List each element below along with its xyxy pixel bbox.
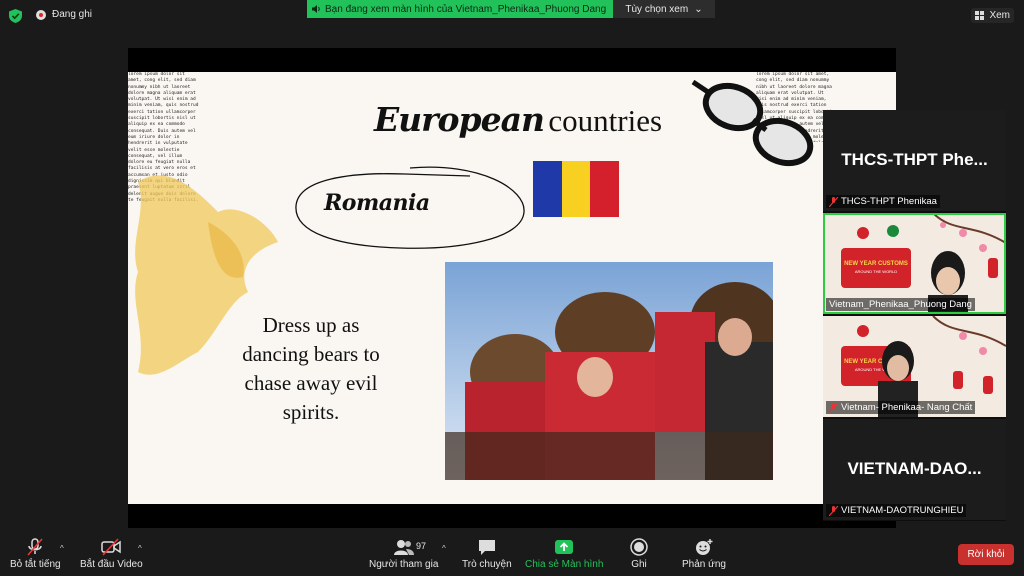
view-options-label: Tùy chọn xem xyxy=(625,3,689,15)
participant-label: Vietnam- Phenikaa- Nang Chất xyxy=(826,401,976,414)
title-plain: countries xyxy=(548,103,663,138)
romania-flag xyxy=(533,161,620,217)
participant-tile-active[interactable]: NEW YEAR CUSTOMS AROUND THE WORLD Vietna… xyxy=(823,213,1006,314)
title-script: European xyxy=(373,100,545,139)
recording-label: Đang ghi xyxy=(52,9,93,20)
mic-muted-icon xyxy=(829,402,838,413)
slide-title: European countries xyxy=(368,100,668,139)
flag-stripe-blue xyxy=(533,161,562,217)
shield-icon[interactable] xyxy=(9,9,22,23)
participant-tile[interactable]: THCS-THPT Phe... THCS-THPT Phenikaa xyxy=(823,110,1006,211)
mic-muted-icon xyxy=(27,538,43,556)
smiley-icon xyxy=(695,539,713,555)
dancing-bears-photo xyxy=(445,262,773,480)
chat-label: Trò chuyện xyxy=(462,559,512,570)
participants-label: Người tham gia xyxy=(369,559,439,570)
tile-banner-line2: AROUND THE WORLD xyxy=(855,269,897,274)
share-banner-text: Bạn đang xem màn hình của Vietnam_Phenik… xyxy=(325,3,607,15)
start-video-label: Bắt đầu Video xyxy=(80,559,143,570)
mic-muted-icon xyxy=(829,196,838,207)
chat-icon xyxy=(478,540,495,555)
video-off-icon xyxy=(101,538,122,556)
participant-label-text: Vietnam- Phenikaa- Nang Chất xyxy=(841,402,973,413)
view-button-label: Xem xyxy=(989,10,1010,21)
leave-meeting-button[interactable]: Rời khỏi xyxy=(958,544,1014,565)
record-button[interactable]: Ghi xyxy=(630,538,648,570)
participant-label: Vietnam_Phenikaa_Phuong Dang xyxy=(826,298,975,311)
participants-icon xyxy=(393,540,414,555)
speaker-icon xyxy=(312,5,320,13)
chevron-down-icon: ⌄ xyxy=(694,3,703,15)
chat-button[interactable]: Trò chuyện xyxy=(462,538,512,570)
participant-label-text: VIETNAM-DAOTRUNGHIEU xyxy=(841,505,964,516)
glasses-image xyxy=(691,79,814,167)
tile-banner-line1: NEW YEAR CUSTOMS xyxy=(844,261,908,267)
share-screen-icon xyxy=(555,540,574,554)
record-icon xyxy=(36,9,46,20)
meeting-toolbar: Bỏ tắt tiếng ^ Bắt đầu Video ^ Người tha… xyxy=(0,534,1024,576)
participant-tile[interactable]: NEW YEAR CUSTOMS AROUND THE WORLD Vietna… xyxy=(823,316,1006,417)
participants-button[interactable]: Người tham gia xyxy=(369,538,438,570)
reactions-label: Phản ứng xyxy=(682,559,726,570)
participants-panel: THCS-THPT Phe... THCS-THPT Phenikaa NEW … xyxy=(823,110,1006,521)
participant-label: THCS-THPT Phenikaa xyxy=(826,195,940,208)
recording-indicator[interactable]: Đang ghi xyxy=(36,9,92,20)
audio-options-caret[interactable]: ^ xyxy=(60,544,64,553)
grid-view-icon xyxy=(975,11,985,20)
screen-share-banner: Bạn đang xem màn hình của Vietnam_Phenik… xyxy=(307,0,613,18)
share-screen-label: Chia sẻ Màn hình xyxy=(525,559,604,570)
view-options-dropdown[interactable]: Tùy chọn xem ⌄ xyxy=(613,0,715,18)
mic-muted-icon xyxy=(829,505,838,516)
participant-label-text: Vietnam_Phenikaa_Phuong Dang xyxy=(829,299,972,310)
record-label: Ghi xyxy=(631,559,647,570)
presentation-slide: lorem ipsum dolor sit amet, cong elit, s… xyxy=(128,72,896,504)
participant-label-text: THCS-THPT Phenikaa xyxy=(841,196,937,207)
start-video-button[interactable]: Bắt đầu Video xyxy=(80,538,143,570)
record-icon xyxy=(630,538,648,556)
view-button[interactable]: Xem xyxy=(971,8,1014,23)
country-label: Romania xyxy=(324,190,430,216)
participant-label: VIETNAM-DAOTRUNGHIEU xyxy=(826,504,967,517)
flag-stripe-yellow xyxy=(561,161,591,217)
top-bar: Đang ghi Bạn đang xem màn hình của Vietn… xyxy=(0,0,1024,32)
participant-name-large: THCS-THPT Phe... xyxy=(841,150,988,169)
video-options-caret[interactable]: ^ xyxy=(138,544,142,553)
participant-tile[interactable]: VIETNAM-DAO... VIETNAM-DAOTRUNGHIEU xyxy=(823,419,1006,520)
reactions-button[interactable]: Phản ứng xyxy=(682,538,726,570)
slide-caption: Dress up as dancing bears to chase away … xyxy=(242,313,380,424)
shared-screen: lorem ipsum dolor sit amet, cong elit, s… xyxy=(128,48,896,528)
participant-count: 97 xyxy=(416,541,427,551)
unmute-button[interactable]: Bỏ tắt tiếng xyxy=(10,538,61,570)
share-screen-button[interactable]: Chia sẻ Màn hình xyxy=(525,538,603,570)
participants-options-caret[interactable]: ^ xyxy=(442,544,446,553)
participant-name-large: VIETNAM-DAO... xyxy=(847,459,982,478)
unmute-label: Bỏ tắt tiếng xyxy=(10,559,61,570)
flag-stripe-red xyxy=(590,161,620,217)
